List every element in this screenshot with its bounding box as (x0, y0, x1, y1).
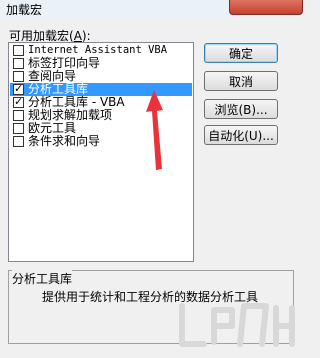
selected-addin-name: 分析工具库 (12, 270, 73, 287)
automation-button[interactable]: 自动化(U)... (204, 125, 278, 145)
checkbox[interactable]: ✓ (13, 95, 24, 108)
list-item-label: 分析工具库 - VBA (28, 95, 125, 109)
checkbox[interactable] (13, 110, 24, 121)
browse-button[interactable]: 浏览(B)... (204, 99, 278, 119)
checkbox[interactable] (13, 58, 24, 69)
label-prefix: 可用加载宏( (9, 29, 74, 43)
list-item-label: 分析工具库 (28, 82, 89, 96)
label-suffix: ): (81, 29, 91, 43)
checkbox[interactable] (13, 123, 24, 134)
list-item-conditional-sum-wizard[interactable]: 条件求和向导 (10, 134, 192, 148)
checkbox[interactable] (13, 71, 24, 82)
close-button[interactable] (229, 0, 303, 15)
dialog-title: 加载宏 (6, 3, 43, 17)
checkmark-icon: ✓ (14, 82, 24, 95)
list-item-label: 条件求和向导 (28, 134, 101, 148)
list-item-label: 查阅向导 (28, 69, 77, 83)
label-access-key: A (73, 29, 82, 43)
checkbox[interactable]: ✓ (13, 82, 24, 95)
ok-button[interactable]: 确定 (204, 43, 278, 63)
title-bar: 加载宏 (0, 0, 303, 17)
checkbox[interactable] (13, 136, 24, 147)
list-item-label: 欧元工具 (28, 121, 77, 135)
cancel-button[interactable]: 取消 (204, 71, 278, 91)
checkmark-icon: ✓ (14, 95, 24, 108)
watermark-logo-icon (179, 303, 295, 347)
addins-listbox[interactable]: Internet Assistant VBA 标签打印向导 查阅向导 ✓ 分析工… (8, 42, 194, 262)
list-item-label: 标签打印向导 (28, 56, 101, 70)
list-item-label: Internet Assistant VBA (28, 44, 168, 56)
list-item-label: 规划求解加载项 (28, 108, 113, 122)
checkbox[interactable] (13, 45, 24, 56)
